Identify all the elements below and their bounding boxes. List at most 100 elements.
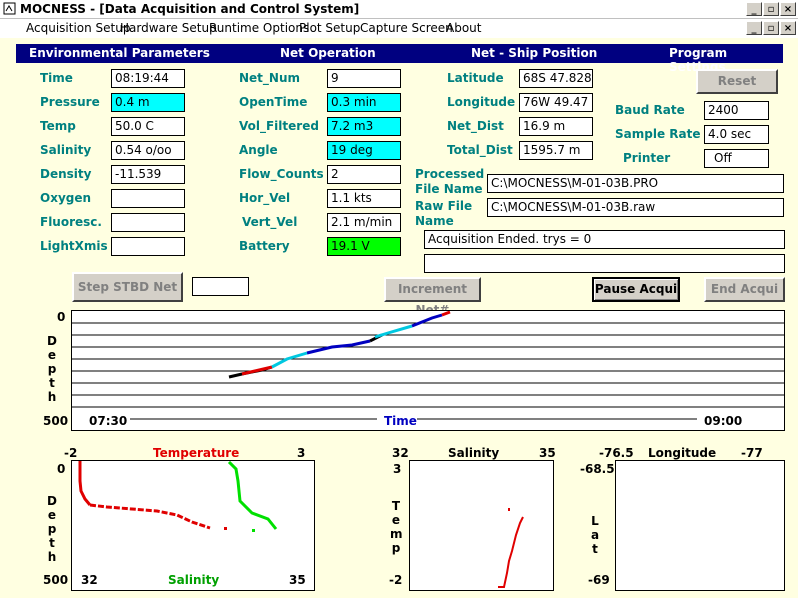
salinity-temp-plot xyxy=(409,460,554,591)
ylabel-char: h xyxy=(47,390,57,404)
net-num-field: 9 xyxy=(327,69,401,88)
net-header: Net Operation xyxy=(280,46,376,60)
ll-plot-ylabel: Lat xyxy=(589,514,601,556)
printer-label: Printer xyxy=(623,151,671,165)
vert-vel-field: 2.1 m/min xyxy=(327,213,401,232)
vol-filtered-field: 7.2 m3 xyxy=(327,117,401,136)
ll-plot-xmax: -77 xyxy=(741,446,763,460)
minimize-button[interactable]: _ xyxy=(746,2,762,16)
st-plot-xmax: 35 xyxy=(539,446,556,460)
temp-label: Temp xyxy=(40,119,76,133)
fluoresc-field xyxy=(111,213,185,232)
sample-rate-label: Sample Rate xyxy=(615,127,701,141)
ylabel-char: L xyxy=(591,514,599,528)
ylabel-char: D xyxy=(47,334,57,348)
depth-plot-xlabel: Time xyxy=(384,414,417,428)
net-dist-label: Net_Dist xyxy=(447,119,504,133)
salinity-profile xyxy=(227,461,278,530)
baud-rate-label: Baud Rate xyxy=(615,103,685,117)
ylabel-char: p xyxy=(47,522,57,536)
ylabel-char: e xyxy=(391,513,401,527)
processed-file-field[interactable]: C:\MOCNESS\M-01-03B.PRO xyxy=(487,174,784,193)
processed-label-1: Processed xyxy=(415,167,485,181)
raw-file-field[interactable]: C:\MOCNESS\M-01-03B.raw xyxy=(487,198,784,217)
menu-capture-screen[interactable]: Capture Screen xyxy=(360,21,453,35)
total-dist-label: Total_Dist xyxy=(447,143,513,157)
step-value-field[interactable] xyxy=(192,277,249,296)
menu-about[interactable]: About xyxy=(446,21,481,35)
ts-plot-ybottom: 500 xyxy=(43,573,69,587)
menu-plot-setup[interactable]: Plot Setup xyxy=(299,21,360,35)
depth-plot-xstart: 07:30 xyxy=(89,414,128,428)
menu-runtime-options[interactable]: Runtime Options xyxy=(209,21,309,35)
vert-vel-label: Vert_Vel xyxy=(242,215,298,229)
title-bar: MOCNESS - [Data Acquisition and Control … xyxy=(0,0,798,19)
opentime-label: OpenTime xyxy=(239,95,308,109)
ylabel-char: a xyxy=(590,528,600,542)
status-field-2 xyxy=(424,254,785,273)
ylabel-char: T xyxy=(391,499,401,513)
battery-label: Battery xyxy=(239,239,290,253)
ylabel-char: t xyxy=(49,536,55,550)
close-button[interactable]: × xyxy=(780,2,796,16)
step-stbd-net-button[interactable]: Step STBD Net xyxy=(72,272,183,302)
menu-hardware-setup[interactable]: Hardware Setup xyxy=(120,21,217,35)
menu-acquisition-setup[interactable]: Acquisition Setup xyxy=(26,21,130,35)
pos-header: Net - Ship Position xyxy=(471,46,598,60)
oxygen-field xyxy=(111,189,185,208)
restore-button[interactable]: ▫ xyxy=(763,2,779,16)
depth-time-plot: 07:30 Time 09:00 xyxy=(71,310,785,431)
salinity-point xyxy=(252,529,255,532)
baud-rate-field[interactable]: 2400 xyxy=(704,101,769,120)
density-label: Density xyxy=(40,167,92,181)
ylabel-char: p xyxy=(47,362,57,376)
ts-plot-sal-label: Salinity xyxy=(168,573,220,587)
lightxmis-label: LightXmis xyxy=(40,239,108,253)
pause-acqui-button[interactable]: Pause Acqui xyxy=(592,277,680,302)
raw-label-1: Raw File xyxy=(415,199,473,213)
child-minimize-button[interactable]: _ xyxy=(746,21,762,35)
longitude-lat-plot xyxy=(615,460,785,591)
status-field: Acquisition Ended. trys = 0 xyxy=(424,230,785,249)
flow-counts-field: 2 xyxy=(327,165,401,184)
net-dist-field: 16.9 m xyxy=(519,117,593,136)
track-segment-cyan xyxy=(271,351,308,369)
ts-point xyxy=(508,508,510,511)
env-header: Environmental Parameters xyxy=(29,46,210,60)
total-dist-field: 1595.7 m xyxy=(519,141,593,160)
flow-counts-label: Flow_Counts xyxy=(239,167,324,181)
child-close-button[interactable]: × xyxy=(780,21,796,35)
ts-plot-title: Temperature xyxy=(153,446,240,460)
ts-plot-smax: 35 xyxy=(289,573,306,587)
depth-plot-xend: 09:00 xyxy=(704,414,743,428)
window-title: MOCNESS - [Data Acquisition and Control … xyxy=(20,2,360,16)
st-plot-ybottom: -2 xyxy=(389,573,403,587)
angle-label: Angle xyxy=(239,143,278,157)
menu-bar: Acquisition Setup Hardware Setup Runtime… xyxy=(0,19,798,38)
sample-rate-field[interactable]: 4.0 sec xyxy=(704,125,769,144)
longitude-label: Longitude xyxy=(447,95,516,109)
ts-plot-xmax: 3 xyxy=(297,446,306,460)
printer-field[interactable]: Off xyxy=(704,149,769,168)
st-plot-xmin: 32 xyxy=(392,446,409,460)
child-restore-button[interactable]: ▫ xyxy=(763,21,779,35)
fluoresc-label: Fluoresc. xyxy=(40,215,102,229)
raw-label-2: Name xyxy=(415,214,454,228)
opentime-field: 0.3 min xyxy=(327,93,401,112)
hor-vel-label: Hor_Vel xyxy=(239,191,291,205)
reset-button[interactable]: Reset xyxy=(696,69,778,94)
ylabel-char: e xyxy=(47,348,57,362)
temperature-point xyxy=(224,527,227,530)
end-acqui-button[interactable]: End Acqui xyxy=(704,277,785,302)
vol-filtered-label: Vol_Filtered xyxy=(239,119,319,133)
ylabel-char: t xyxy=(592,542,598,556)
increment-net-button[interactable]: Increment Net# xyxy=(384,277,481,317)
latitude-field: 68S 47.828 xyxy=(519,69,593,88)
temperature-depth-svg xyxy=(78,461,278,532)
ts-plot-xmin: -2 xyxy=(64,446,78,460)
section-header-bar: Environmental Parameters Net Operation N… xyxy=(16,44,783,74)
temperature-profile xyxy=(89,503,211,530)
depth-plot-ylabel: Depth xyxy=(46,334,58,404)
ylabel-char: e xyxy=(47,508,57,522)
track-segment-red-2 xyxy=(441,311,451,317)
